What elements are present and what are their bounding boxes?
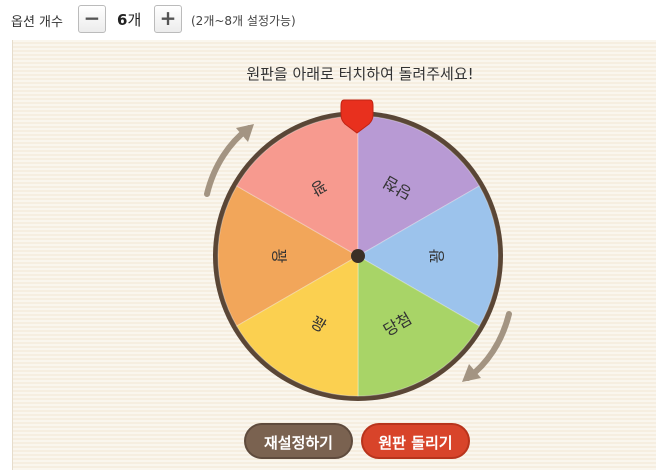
spin-button[interactable]: 원판 돌리기 bbox=[361, 423, 470, 459]
roulette-wheel-area: 꽝꽝 당첨꽝당첨꽝 bbox=[204, 99, 512, 401]
wheel-hub bbox=[351, 249, 365, 263]
wheel-segment-label: 꽝 bbox=[428, 248, 447, 263]
wheel-segment-label: 꽝 bbox=[270, 249, 289, 264]
reset-button[interactable]: 재설정하기 bbox=[244, 423, 353, 459]
